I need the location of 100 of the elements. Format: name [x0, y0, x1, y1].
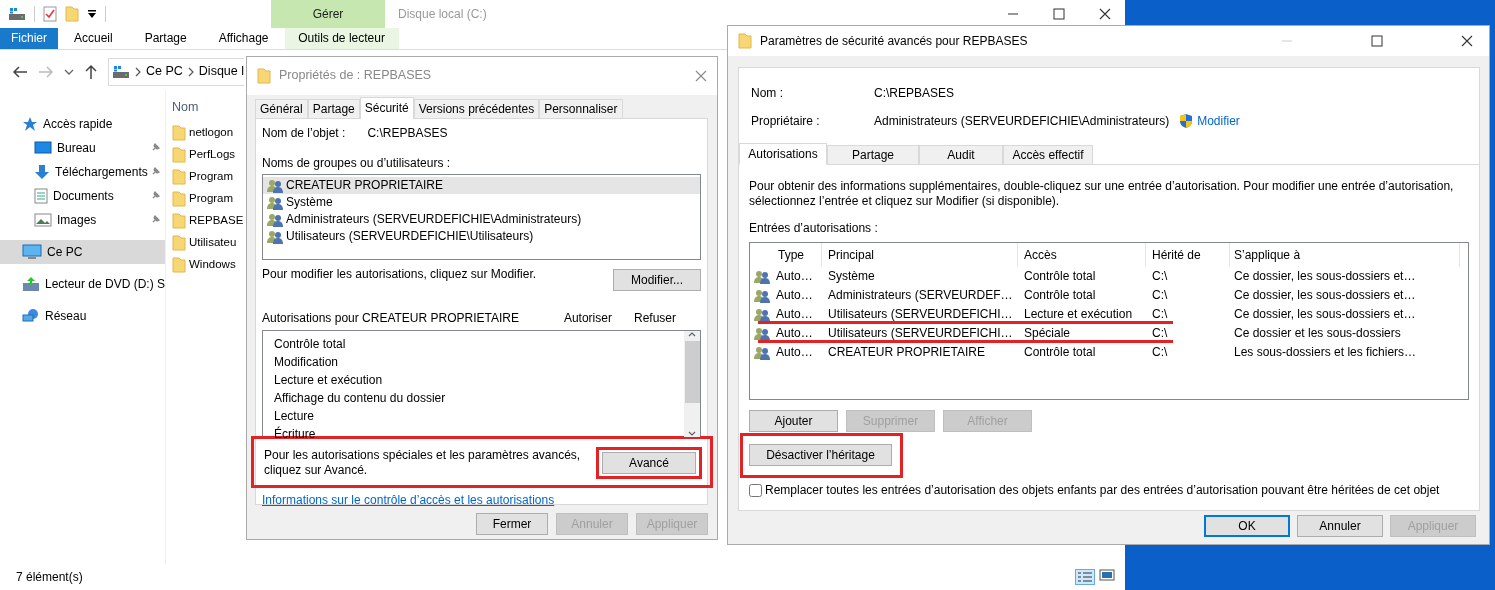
permission-name: Lecture [274, 408, 316, 425]
close-icon[interactable] [695, 70, 707, 82]
action-button[interactable]: Ajouter [749, 410, 838, 432]
tab[interactable]: Partage [307, 99, 360, 118]
breadcrumb-item[interactable]: Ce PC [146, 64, 183, 80]
column-header[interactable]: Nom [172, 100, 199, 116]
column-header[interactable]: Accès [1018, 243, 1146, 267]
caret-icon[interactable] [87, 9, 97, 19]
pin-icon[interactable] [151, 214, 161, 224]
folder-icon [172, 168, 186, 185]
chevron-right-icon[interactable] [135, 67, 141, 77]
file-name[interactable]: PerfLogs [189, 147, 236, 162]
scroll-up-icon[interactable] [688, 331, 696, 337]
maximize-icon [1053, 8, 1065, 20]
drive-icon[interactable] [8, 7, 26, 21]
users-icon [267, 229, 283, 244]
pin-icon[interactable] [151, 190, 161, 200]
file-name[interactable]: Windows [189, 257, 236, 272]
nav-item[interactable]: Images [0, 208, 165, 232]
table-cell-text: C:\ [1151, 269, 1169, 284]
users-icon [267, 195, 283, 210]
file-name[interactable]: Program [189, 169, 234, 184]
tab[interactable]: Versions précédentes [413, 99, 540, 118]
column-header[interactable]: Principal [822, 243, 1018, 267]
ribbon-tab[interactable]: Affichage [202, 28, 285, 49]
maximize-button[interactable] [1051, 6, 1067, 22]
list-item[interactable]: CREATEUR PROPRIETAIRE [263, 177, 700, 194]
details-view-icon[interactable] [1075, 569, 1095, 585]
file-name[interactable]: Program [189, 191, 234, 206]
dialog-title: Paramètres de sécurité avancés pour REPBASES [760, 33, 1029, 49]
list-item[interactable]: Administrateurs (SERVEURDEFICHIE\Administrateurs) [263, 211, 700, 228]
dialog-button[interactable]: OK [1204, 515, 1290, 537]
nav-item[interactable]: Réseau [0, 304, 165, 328]
table-cell: Auto… [776, 269, 813, 284]
scrollbar[interactable] [684, 331, 700, 437]
folder-icon [172, 234, 186, 251]
table-cell-text: Utilisateurs (SERVEURDEFICHI… [827, 307, 1014, 322]
shield-icon[interactable] [1179, 113, 1194, 129]
back-arrow-icon[interactable] [12, 65, 28, 79]
table-cell-text: Système [827, 269, 876, 284]
file-name[interactable]: Utilisateu [189, 235, 237, 250]
table-cell: Auto… [776, 345, 813, 360]
chevron-right-icon[interactable] [187, 67, 194, 77]
list-item[interactable]: Système [263, 194, 700, 211]
info-text: Pour obtenir des informations supplémentaires, double-cliquez sur une entrée d’autorisation. Pour modifier une entrée d’autorisation, sélectionnez l’entrée et cliquez sur Modifier (si disponible). [749, 179, 1455, 209]
column-header[interactable]: Type [750, 243, 822, 267]
forward-arrow-icon [38, 65, 54, 79]
table-cell-text: Utilisateurs (SERVEURDEFICHI… [827, 326, 1014, 341]
scroll-down-icon[interactable] [688, 431, 696, 437]
breadcrumb-item[interactable]: Disque l [198, 64, 244, 80]
tab[interactable]: Sécurité [359, 97, 414, 119]
nav-item[interactable]: Lecteur de DVD (D:) S [0, 272, 165, 296]
table-cell-text: Spéciale [1023, 326, 1072, 341]
tab[interactable]: Autorisations [739, 143, 827, 165]
file-name[interactable]: netlogon [189, 125, 234, 140]
pin-icon[interactable] [151, 142, 161, 152]
table-cell-text: Contrôle total [1023, 345, 1097, 360]
hint-text: Pour modifier les autorisations, cliquez sur Modifier. [262, 267, 537, 282]
advanced-button[interactable]: Avancé [602, 452, 696, 474]
ribbon-tab[interactable]: Partage [128, 28, 203, 49]
maximize-button[interactable] [1369, 33, 1385, 49]
tab[interactable]: Accès effectif [1003, 145, 1093, 164]
tab[interactable]: Partage [827, 145, 919, 164]
tab[interactable]: Général [255, 99, 308, 118]
chevron-down-icon[interactable] [64, 68, 74, 76]
nav-item[interactable]: Documents [0, 184, 165, 208]
file-menu-tab[interactable]: Fichier [0, 28, 58, 49]
nav-item[interactable]: Accès rapide [0, 112, 165, 136]
checklist-icon[interactable] [43, 6, 57, 22]
file-name[interactable]: REPBASE [189, 213, 244, 228]
list-item[interactable]: Utilisateurs (SERVEURDEFICHIE\Utilisateurs) [263, 228, 700, 245]
table-cell-text: Ce dossier, les sous-dossiers et… [1233, 307, 1417, 322]
close-button[interactable] [1097, 6, 1113, 22]
nav-item[interactable]: Ce PC [0, 240, 165, 264]
column-header[interactable]: Hérité de [1146, 243, 1230, 267]
disable-inheritance-button[interactable]: Désactiver l’héritage [749, 444, 892, 466]
tab[interactable]: Personnaliser [539, 99, 623, 118]
change-owner-link[interactable]: Modifier [1197, 113, 1240, 129]
nav-item[interactable]: Bureau [0, 136, 165, 160]
dialog-button[interactable]: Annuler [1297, 515, 1383, 537]
up-arrow-icon[interactable] [84, 64, 98, 80]
document-icon [34, 188, 48, 204]
dialog-button[interactable]: Fermer [476, 513, 548, 535]
thumbnail-view-icon[interactable] [1099, 569, 1115, 581]
table-cell-text: C:\ [1151, 345, 1169, 360]
column-header[interactable]: S’applique à [1230, 243, 1460, 267]
scrollbar-thumb[interactable] [684, 341, 700, 403]
help-link[interactable]: Informations sur le contrôle d’accès et les autorisations [262, 493, 555, 508]
pin-icon[interactable] [151, 166, 161, 176]
ribbon-tab[interactable]: Accueil [58, 28, 129, 49]
tab[interactable]: Audit [919, 145, 1003, 164]
star-icon [22, 116, 38, 132]
address-bar[interactable]: Ce PC Disque l [108, 58, 244, 86]
folder-icon [172, 256, 186, 273]
users-icon [754, 307, 770, 322]
section-label: Entrées d’autorisations : [749, 221, 879, 236]
nav-item[interactable]: Téléchargements [0, 160, 165, 184]
modify-button[interactable]: Modifier... [613, 269, 701, 291]
checkbox[interactable] [749, 484, 762, 497]
close-button[interactable] [1459, 33, 1475, 49]
